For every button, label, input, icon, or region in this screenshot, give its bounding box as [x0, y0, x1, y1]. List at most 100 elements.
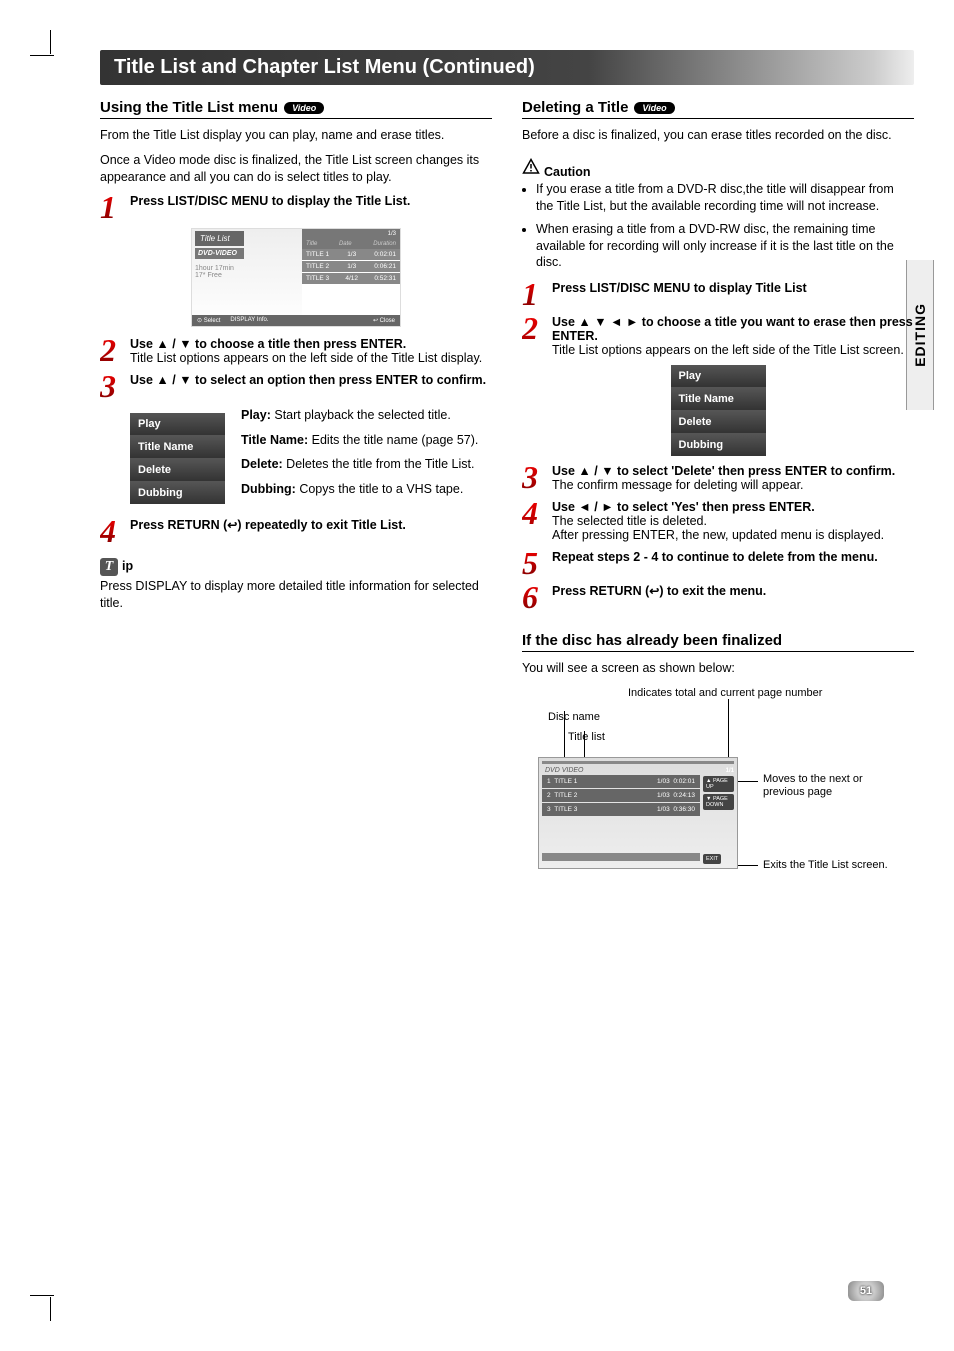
r-step-3: 3 Use ▲ / ▼ to select 'Delete' then pres… [522, 464, 914, 492]
tip-row: T ip [100, 558, 492, 576]
desc-dubbing-text: Copys the title to a VHS tape. [296, 482, 463, 496]
desc-delete-label: Delete: [241, 457, 283, 471]
deleting-intro: Before a disc is finalized, you can eras… [522, 127, 914, 144]
callout-move: Moves to the next or previous page [763, 773, 893, 799]
ss-col-duration: Duration [373, 241, 396, 247]
return-icon: ↩ [227, 518, 237, 532]
fs-dvd-label: DVD VIDEO [542, 766, 587, 775]
r-step-4-body1: The selected title is deleted. [552, 514, 707, 528]
menu-dubbing: Dubbing [130, 482, 225, 504]
subheader-text: Using the Title List menu [100, 99, 278, 116]
ss-page: 1/3 [302, 229, 400, 239]
finalized-intro: You will see a screen as shown below: [522, 660, 914, 677]
step-number-4: 4 [100, 518, 124, 544]
step-1: 1 Press LIST/DISC MENU to display the Ti… [100, 194, 492, 220]
menu-title-name: Title Name [130, 436, 225, 459]
caution-label: Caution [544, 165, 591, 179]
page-down-button: ▼ PAGE DOWN [703, 794, 734, 810]
step-4-text-a: Press RETURN ( [130, 518, 227, 532]
finalized-figure: Indicates total and current page number … [522, 687, 914, 869]
step-1-text: Press LIST/DISC MENU to display the Titl… [130, 194, 410, 208]
tip-icon: T [100, 558, 118, 576]
step-4-text-b: ) repeatedly to exit Title List. [237, 518, 406, 532]
callout-disc-name: Disc name [548, 711, 600, 724]
ss-footer-info: DISPLAY Info. [230, 317, 268, 324]
intro-para-2: Once a Video mode disc is finalized, the… [100, 152, 492, 186]
r-step-3-body: The confirm message for deleting will ap… [552, 478, 804, 492]
options-menu-right: Play Title Name Delete Dubbing [671, 365, 766, 456]
page-up-button: ▲ PAGE UP [703, 776, 734, 792]
menu-title-name: Title Name [671, 388, 766, 411]
menu-descriptions: Play: Start playback the selected title.… [241, 407, 478, 507]
r-step-1: 1 Press LIST/DISC MENU to display Title … [522, 281, 914, 307]
r-step-5: 5 Repeat steps 2 - 4 to continue to dele… [522, 550, 914, 576]
left-column: Using the Title List menu Video From the… [100, 99, 492, 879]
menu-delete: Delete [671, 411, 766, 434]
desc-titlename-label: Title Name: [241, 433, 308, 447]
right-column: Deleting a Title Video Before a disc is … [522, 99, 914, 879]
r-step-6-text-a: Press RETURN ( [552, 584, 649, 598]
finalized-screenshot: DVD VIDEO 1/1 1 TITLE 11/03 0:02:01 2 TI… [538, 757, 738, 869]
step-4: 4 Press RETURN (↩) repeatedly to exit Ti… [100, 518, 492, 544]
r-step-4-bold: Use ◄ / ► to select 'Yes' then press ENT… [552, 500, 815, 514]
subheader-text: Deleting a Title [522, 99, 628, 116]
fs-row: 1 TITLE 11/03 0:02:01 [542, 775, 700, 788]
exit-button: EXIT [703, 854, 721, 864]
caution-row: Caution [522, 158, 914, 179]
step-2: 2 Use ▲ / ▼ to choose a title then press… [100, 337, 492, 365]
caution-item: If you erase a title from a DVD-R disc,t… [536, 181, 914, 215]
menu-play: Play [130, 413, 225, 436]
r-step-4-body2: After pressing ENTER, the new, updated m… [552, 528, 884, 542]
subheader-text: If the disc has already been finalized [522, 632, 782, 649]
desc-titlename-text: Edits the title name (page 57). [308, 433, 478, 447]
r-step-2: 2 Use ▲ ▼ ◄ ► to choose a title you want… [522, 315, 914, 357]
ss-col-title: Title [306, 241, 317, 247]
ss-col-date: Date [339, 241, 352, 247]
fs-row: 3 TITLE 31/03 0:36:30 [542, 803, 700, 816]
subheader-using-title-list: Using the Title List menu Video [100, 99, 492, 119]
r-step-6-text-b: ) to exit the menu. [659, 584, 766, 598]
desc-play-text: Start playback the selected title. [271, 408, 451, 422]
r-step-6: 6 Press RETURN (↩) to exit the menu. [522, 584, 914, 610]
step-2-bold: Use ▲ / ▼ to choose a title then press E… [130, 337, 406, 351]
callout-page-number: Indicates total and current page number [628, 687, 822, 700]
ss-row: TITLE 34/120:52:31 [302, 273, 400, 284]
r-step-3-bold: Use ▲ / ▼ to select 'Delete' then press … [552, 464, 895, 478]
caution-item: When erasing a title from a DVD-RW disc,… [536, 221, 914, 272]
step-2-body: Title List options appears on the left s… [130, 351, 482, 365]
section-title: Title List and Chapter List Menu (Contin… [100, 50, 914, 85]
caution-list: If you erase a title from a DVD-R disc,t… [522, 181, 914, 271]
ss-footer: ⊙ Select DISPLAY Info. ↩ Close [192, 315, 400, 326]
return-icon: ↩ [649, 584, 659, 598]
step-number-5: 5 [522, 550, 546, 576]
menu-dubbing: Dubbing [671, 434, 766, 456]
r-step-2-body: Title List options appears on the left s… [552, 343, 904, 357]
step-number-1: 1 [522, 281, 546, 307]
step-3-text: Use ▲ / ▼ to select an option then press… [130, 373, 486, 387]
ss-col-headers: Title Date Duration [302, 239, 400, 249]
step-number-6: 6 [522, 584, 546, 610]
intro-para-1: From the Title List display you can play… [100, 127, 492, 144]
page-number: 51 [848, 1281, 884, 1301]
step-number-2: 2 [522, 315, 546, 357]
ss-header: Title List [195, 231, 244, 246]
r-step-5-text: Repeat steps 2 - 4 to continue to delete… [552, 550, 878, 564]
ss-footer-select: ⊙ Select [197, 317, 220, 324]
video-badge: Video [634, 102, 674, 114]
desc-play-label: Play: [241, 408, 271, 422]
subheader-deleting-title: Deleting a Title Video [522, 99, 914, 119]
desc-dubbing-label: Dubbing: [241, 482, 296, 496]
tip-label: ip [122, 559, 133, 573]
ss-row: TITLE 11/30:02:01 [302, 249, 400, 260]
step-number-3: 3 [100, 373, 124, 399]
step-number-3: 3 [522, 464, 546, 492]
warning-icon [522, 158, 540, 176]
callout-title-list: Title list [568, 731, 605, 744]
fs-page: 1/1 [726, 768, 734, 774]
r-step-1-text: Press LIST/DISC MENU to display Title Li… [552, 281, 807, 295]
ss-subheader: DVD-VIDEO [195, 248, 244, 259]
title-list-screenshot: Title List DVD-VIDEO 1hour 17min 17* Fre… [191, 228, 401, 327]
step-number-4: 4 [522, 500, 546, 542]
desc-delete-text: Deletes the title from the Title List. [283, 457, 475, 471]
ss-footer-close: ↩ Close [373, 317, 395, 324]
